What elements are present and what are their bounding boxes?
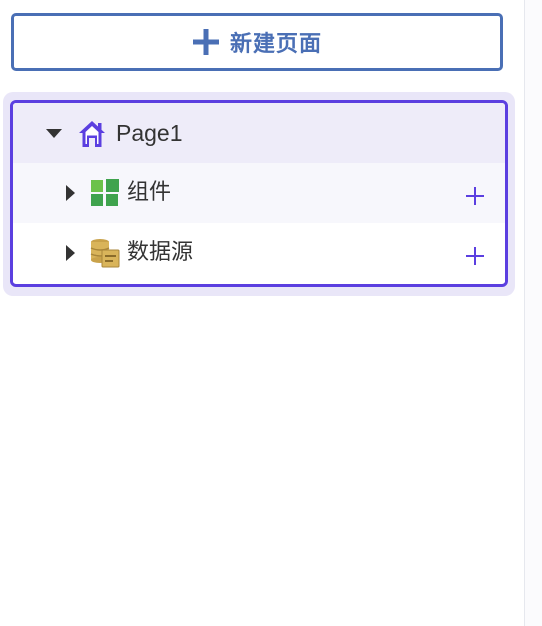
- new-page-label: 新建页面: [229, 32, 322, 57]
- page-label: Page1: [116, 120, 183, 146]
- datasource-icon: [90, 239, 120, 268]
- add-datasource-button[interactable]: [464, 245, 486, 267]
- components-grid-icon: [91, 179, 119, 206]
- tree-node-page[interactable]: Page1: [13, 103, 505, 163]
- home-icon: [79, 121, 105, 147]
- caret-right-icon[interactable]: [66, 245, 75, 261]
- datasource-label: 数据源: [127, 240, 194, 265]
- new-page-button[interactable]: 新建页面: [11, 13, 503, 71]
- tree-node-components[interactable]: 组件: [13, 163, 505, 223]
- components-label: 组件: [127, 180, 172, 205]
- add-component-button[interactable]: [464, 185, 486, 207]
- caret-down-icon[interactable]: [46, 129, 62, 138]
- page-tree-panel: 新建页面 Page1 组件 数据源: [0, 0, 542, 626]
- tree-node-datasource[interactable]: 数据源: [13, 223, 505, 283]
- plus-icon: [192, 29, 219, 55]
- caret-right-icon[interactable]: [66, 185, 75, 201]
- page-tree: Page1 组件 数据源: [10, 100, 508, 287]
- adjacent-pane: [525, 0, 542, 626]
